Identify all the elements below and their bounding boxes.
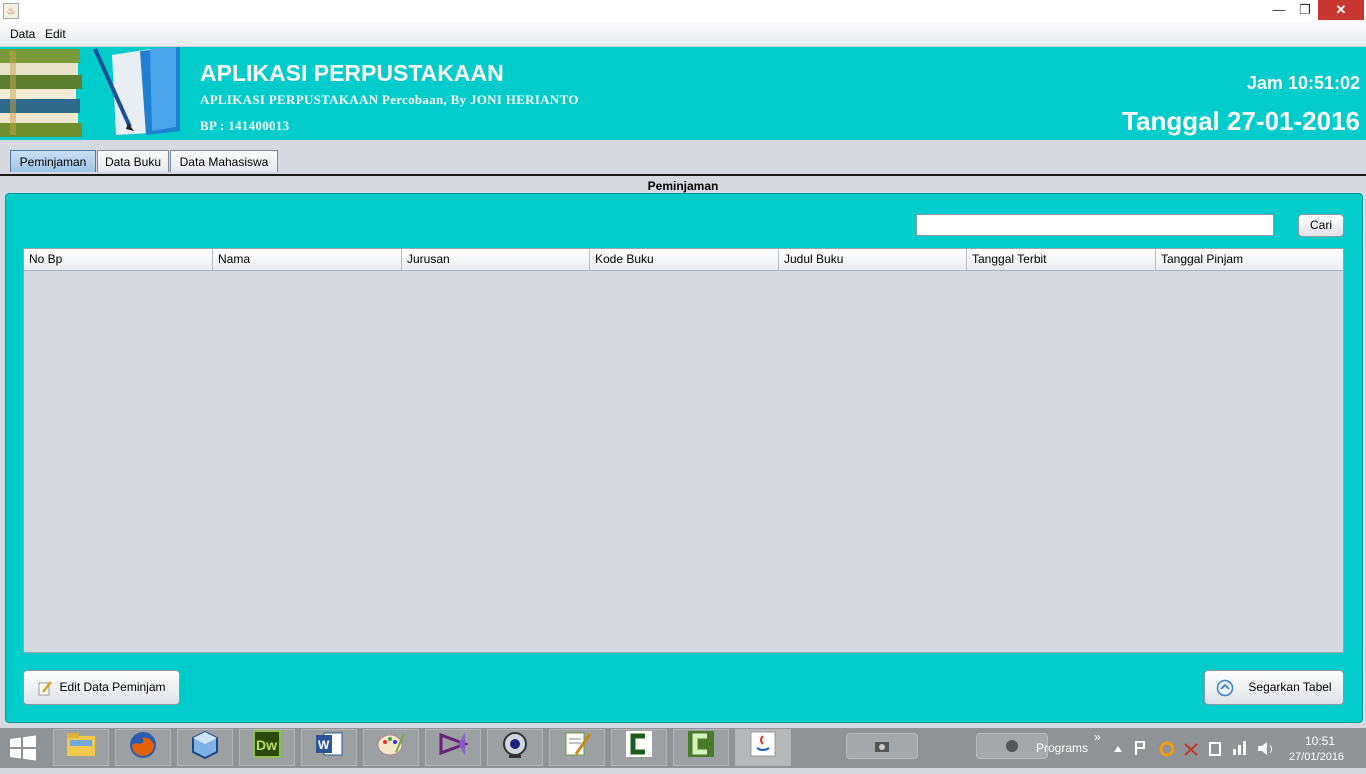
tab-peminjaman[interactable]: Peminjaman — [10, 150, 96, 172]
column-header-tanggal-terbit[interactable]: Tanggal Terbit — [967, 249, 1156, 270]
edit-data-peminjam-button[interactable]: Edit Data Peminjam — [23, 670, 180, 705]
panel-title: Peminjaman — [647, 179, 719, 193]
menu-bar: Data Edit — [0, 22, 1366, 47]
java-icon[interactable] — [735, 729, 791, 766]
tab-bar: Peminjaman Data Buku Data Mahasiswa — [0, 150, 1366, 176]
webcam-icon[interactable] — [487, 729, 543, 766]
close-button[interactable]: ✕ — [1318, 0, 1364, 20]
app-header: APLIKASI PERPUSTAKAAN APLIKASI PERPUSTAK… — [0, 47, 1366, 140]
programs-chevron[interactable]: » — [1094, 730, 1101, 744]
table-header: No Bp Nama Jurusan Kode Buku Judul Buku … — [24, 249, 1343, 271]
edit-button-label: Edit Data Peminjam — [59, 680, 166, 694]
programs-toolbar-label[interactable]: Programs — [1036, 741, 1088, 755]
books-logo — [0, 47, 180, 137]
camera-icon[interactable] — [846, 733, 918, 759]
column-header-judul-buku[interactable]: Judul Buku — [779, 249, 967, 270]
system-tray-icons[interactable] — [1110, 738, 1280, 758]
clock-label: Jam 10:51:02 — [1246, 73, 1360, 93]
refresh-table-button[interactable]: Segarkan Tabel — [1204, 670, 1344, 705]
visual-studio-icon[interactable] — [425, 729, 481, 766]
column-header-jurusan[interactable]: Jurusan — [402, 249, 590, 270]
svg-text:W: W — [318, 738, 330, 752]
notepadpp-icon[interactable] — [549, 729, 605, 766]
app-title: APLIKASI PERPUSTAKAAN — [200, 60, 504, 86]
minimize-button[interactable]: — — [1266, 0, 1292, 20]
peminjaman-panel: Cari No Bp Nama Jurusan Kode Buku Judul … — [5, 193, 1363, 723]
refresh-icon — [1217, 679, 1234, 697]
refresh-button-label: Segarkan Tabel — [1248, 680, 1332, 694]
paint-icon[interactable] — [363, 729, 419, 766]
column-header-nama[interactable]: Nama — [213, 249, 402, 270]
app-bp: BP : 141400013 — [200, 118, 290, 133]
taskbar-date[interactable]: 27/01/2016 — [1289, 751, 1344, 763]
word-icon[interactable]: W — [301, 729, 357, 766]
column-header-tanggal-pinjam[interactable]: Tanggal Pinjam — [1156, 249, 1343, 270]
java-icon[interactable]: ♨ — [3, 3, 19, 19]
taskbar: Dw W Programs » 10:51 27/01/2016 — [0, 728, 1366, 768]
virtualbox-icon[interactable] — [177, 729, 233, 766]
edit-icon — [38, 681, 53, 696]
tab-data-mahasiswa[interactable]: Data Mahasiswa — [170, 150, 278, 172]
column-header-no-bp[interactable]: No Bp — [24, 249, 213, 270]
peminjaman-table[interactable]: No Bp Nama Jurusan Kode Buku Judul Buku … — [23, 248, 1344, 653]
search-button[interactable]: Cari — [1298, 214, 1344, 237]
svg-text:Dw: Dw — [256, 737, 277, 753]
camtasia-icon[interactable] — [611, 729, 667, 766]
app-subtitle: APLIKASI PERPUSTAKAAN Percobaan, By JONI… — [200, 92, 579, 107]
menu-edit[interactable]: Edit — [45, 27, 66, 41]
firefox-icon[interactable] — [115, 729, 171, 766]
file-explorer-icon[interactable] — [53, 729, 109, 766]
taskbar-clock[interactable]: 10:51 — [1305, 734, 1335, 748]
window-titlebar: ♨ — ❐ ✕ — [0, 0, 1366, 22]
date-label: Tanggal 27-01-2016 — [1122, 106, 1360, 136]
windows-start-icon[interactable] — [8, 735, 38, 761]
column-header-kode-buku[interactable]: Kode Buku — [590, 249, 779, 270]
dreamweaver-icon[interactable]: Dw — [239, 729, 295, 766]
menu-data[interactable]: Data — [10, 27, 35, 41]
maximize-button[interactable]: ❐ — [1292, 0, 1318, 20]
camtasia-recorder-icon[interactable] — [673, 729, 729, 766]
search-input[interactable] — [916, 214, 1274, 236]
tab-data-buku[interactable]: Data Buku — [97, 150, 169, 172]
